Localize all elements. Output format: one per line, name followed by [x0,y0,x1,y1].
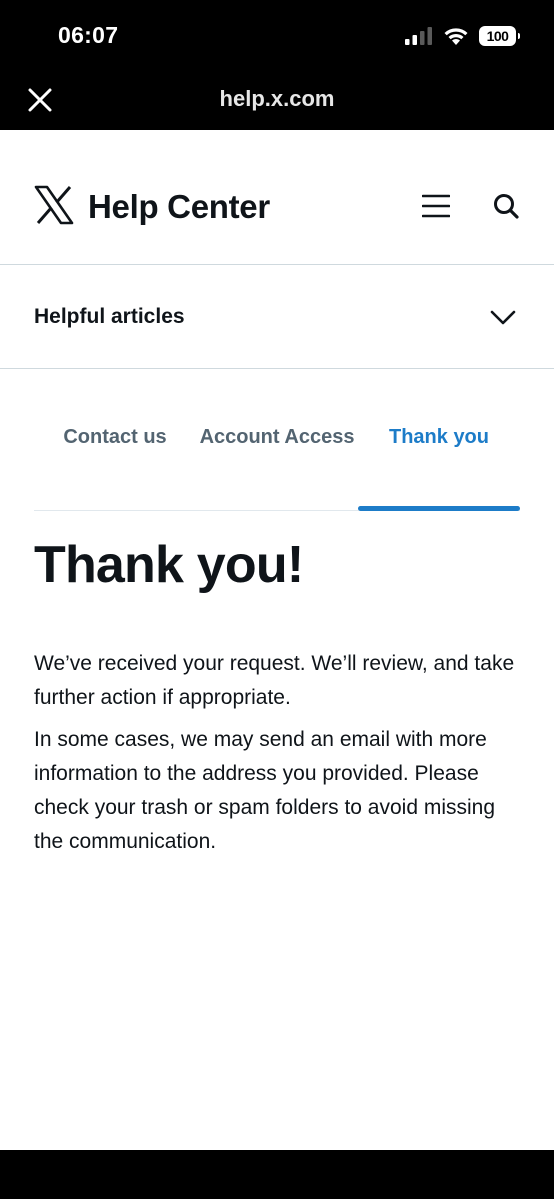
menu-icon[interactable] [422,192,450,220]
confirmation-message: We’ve received your request. We’ll revie… [34,652,515,709]
x-logo-icon[interactable] [34,185,74,225]
active-tab-indicator [358,506,520,511]
search-icon[interactable] [492,192,520,220]
tab-account-access[interactable]: Account Access [196,420,358,454]
status-bar: 06:07 100 [0,0,554,74]
battery-icon: 100 [479,26,520,46]
status-time: 06:07 [58,22,119,48]
battery-level: 100 [486,28,509,44]
main-content: Thank you! We’ve received your request. … [34,535,524,859]
site-header: Help Center [0,130,554,265]
wifi-icon [444,28,468,45]
page-content: Help Center Helpful articles Contact us … [0,130,554,1150]
signal-icon [405,27,432,45]
tab-bar: Contact us Account Access Thank you [34,380,520,511]
url-text[interactable]: help.x.com [0,86,554,112]
bottom-bar [0,1150,554,1199]
site-title[interactable]: Help Center [88,188,270,226]
helpful-articles-dropdown[interactable]: Helpful articles [0,265,554,369]
browser-bar: help.x.com [0,74,554,130]
phone-screen: 06:07 100 help.x.com Help Center Helpful… [0,0,554,1199]
email-info-message: In some cases, we may send an email with… [34,728,496,853]
helpful-articles-label: Helpful articles [34,305,185,328]
page-title: Thank you! [34,536,304,594]
chevron-down-icon[interactable] [488,303,518,333]
tab-thank-you[interactable]: Thank you [358,420,520,454]
status-icons: 100 [405,26,520,46]
tab-contact-us[interactable]: Contact us [34,420,196,454]
